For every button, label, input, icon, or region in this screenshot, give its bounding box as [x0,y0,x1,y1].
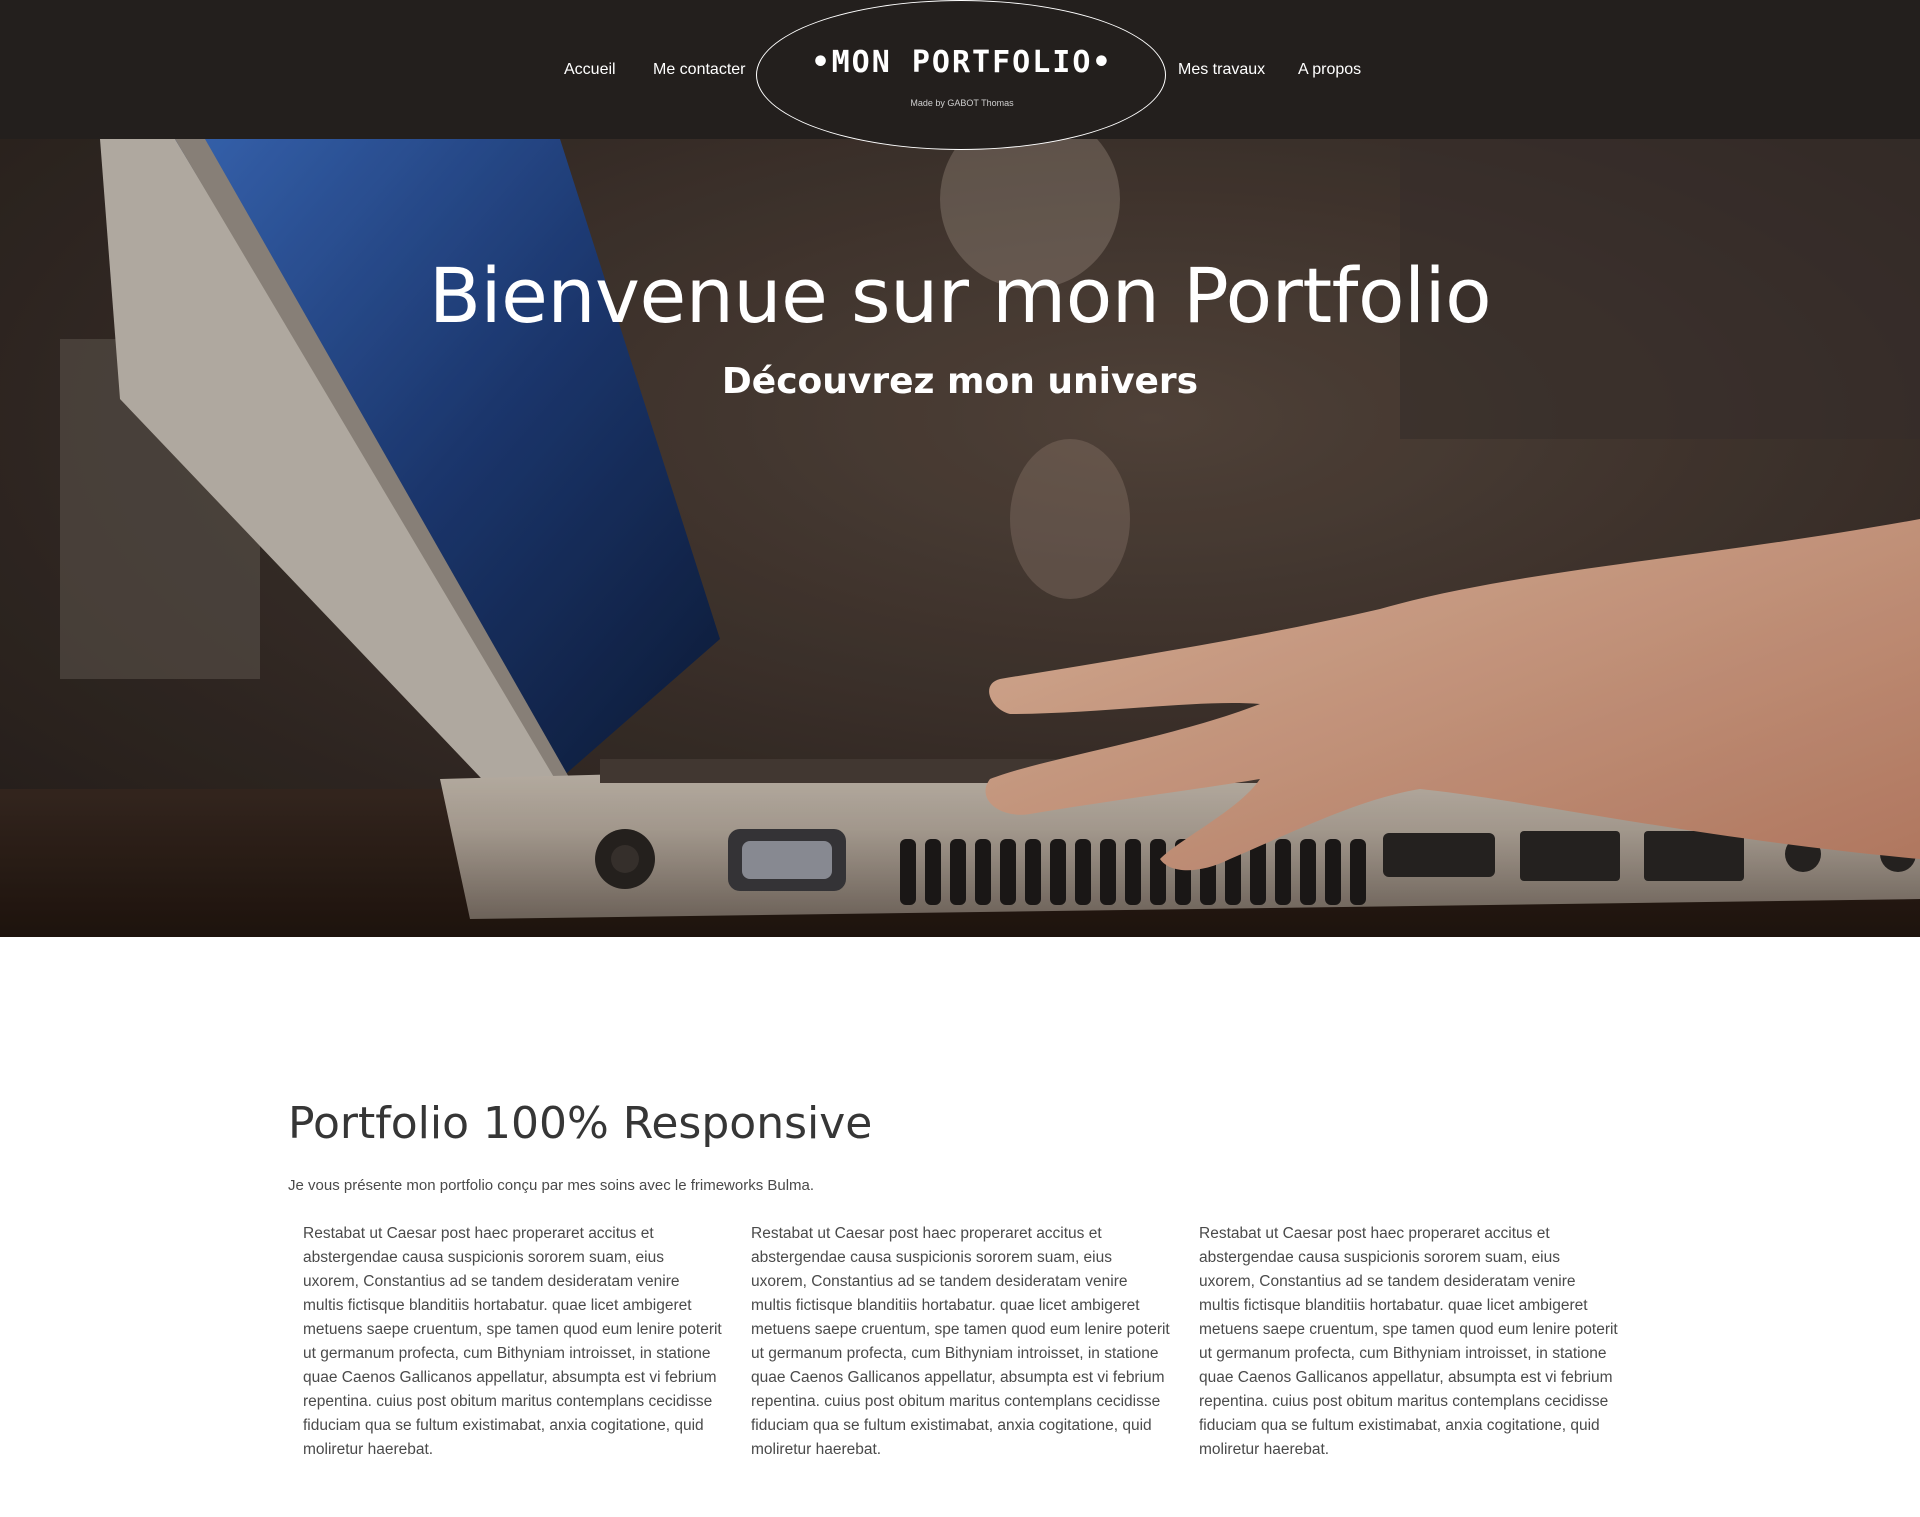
logo[interactable]: •MON PORTFOLIO• Made by GABOT Thomas [756,0,1166,150]
hero-subtitle: Découvrez mon univers [721,361,1199,402]
logo-subtitle: Made by GABOT Thomas [910,98,1014,108]
hero-banner: Bienvenue sur mon Portfolio Découvrez mo… [0,139,1920,937]
nav-link-apropos[interactable]: A propos [1298,58,1361,82]
navbar: Accueil Me contacter •MON PORTFOLIO• Mad… [0,0,1920,150]
section-title: Portfolio 100% Responsive [288,1098,873,1149]
nav-link-accueil[interactable]: Accueil [564,58,616,82]
logo-title: •MON PORTFOLIO• [811,45,1113,80]
hero-title: Bienvenue sur mon Portfolio [428,251,1492,340]
content-column-1: Restabat ut Caesar post haec properaret … [303,1225,722,1458]
section-intro: Je vous présente mon portfolio conçu par… [288,1177,815,1194]
content-column-3: Restabat ut Caesar post haec properaret … [1199,1225,1618,1458]
content-column-2: Restabat ut Caesar post haec properaret … [751,1225,1170,1458]
nav-link-contact[interactable]: Me contacter [653,58,745,82]
nav-link-travaux[interactable]: Mes travaux [1178,58,1265,82]
